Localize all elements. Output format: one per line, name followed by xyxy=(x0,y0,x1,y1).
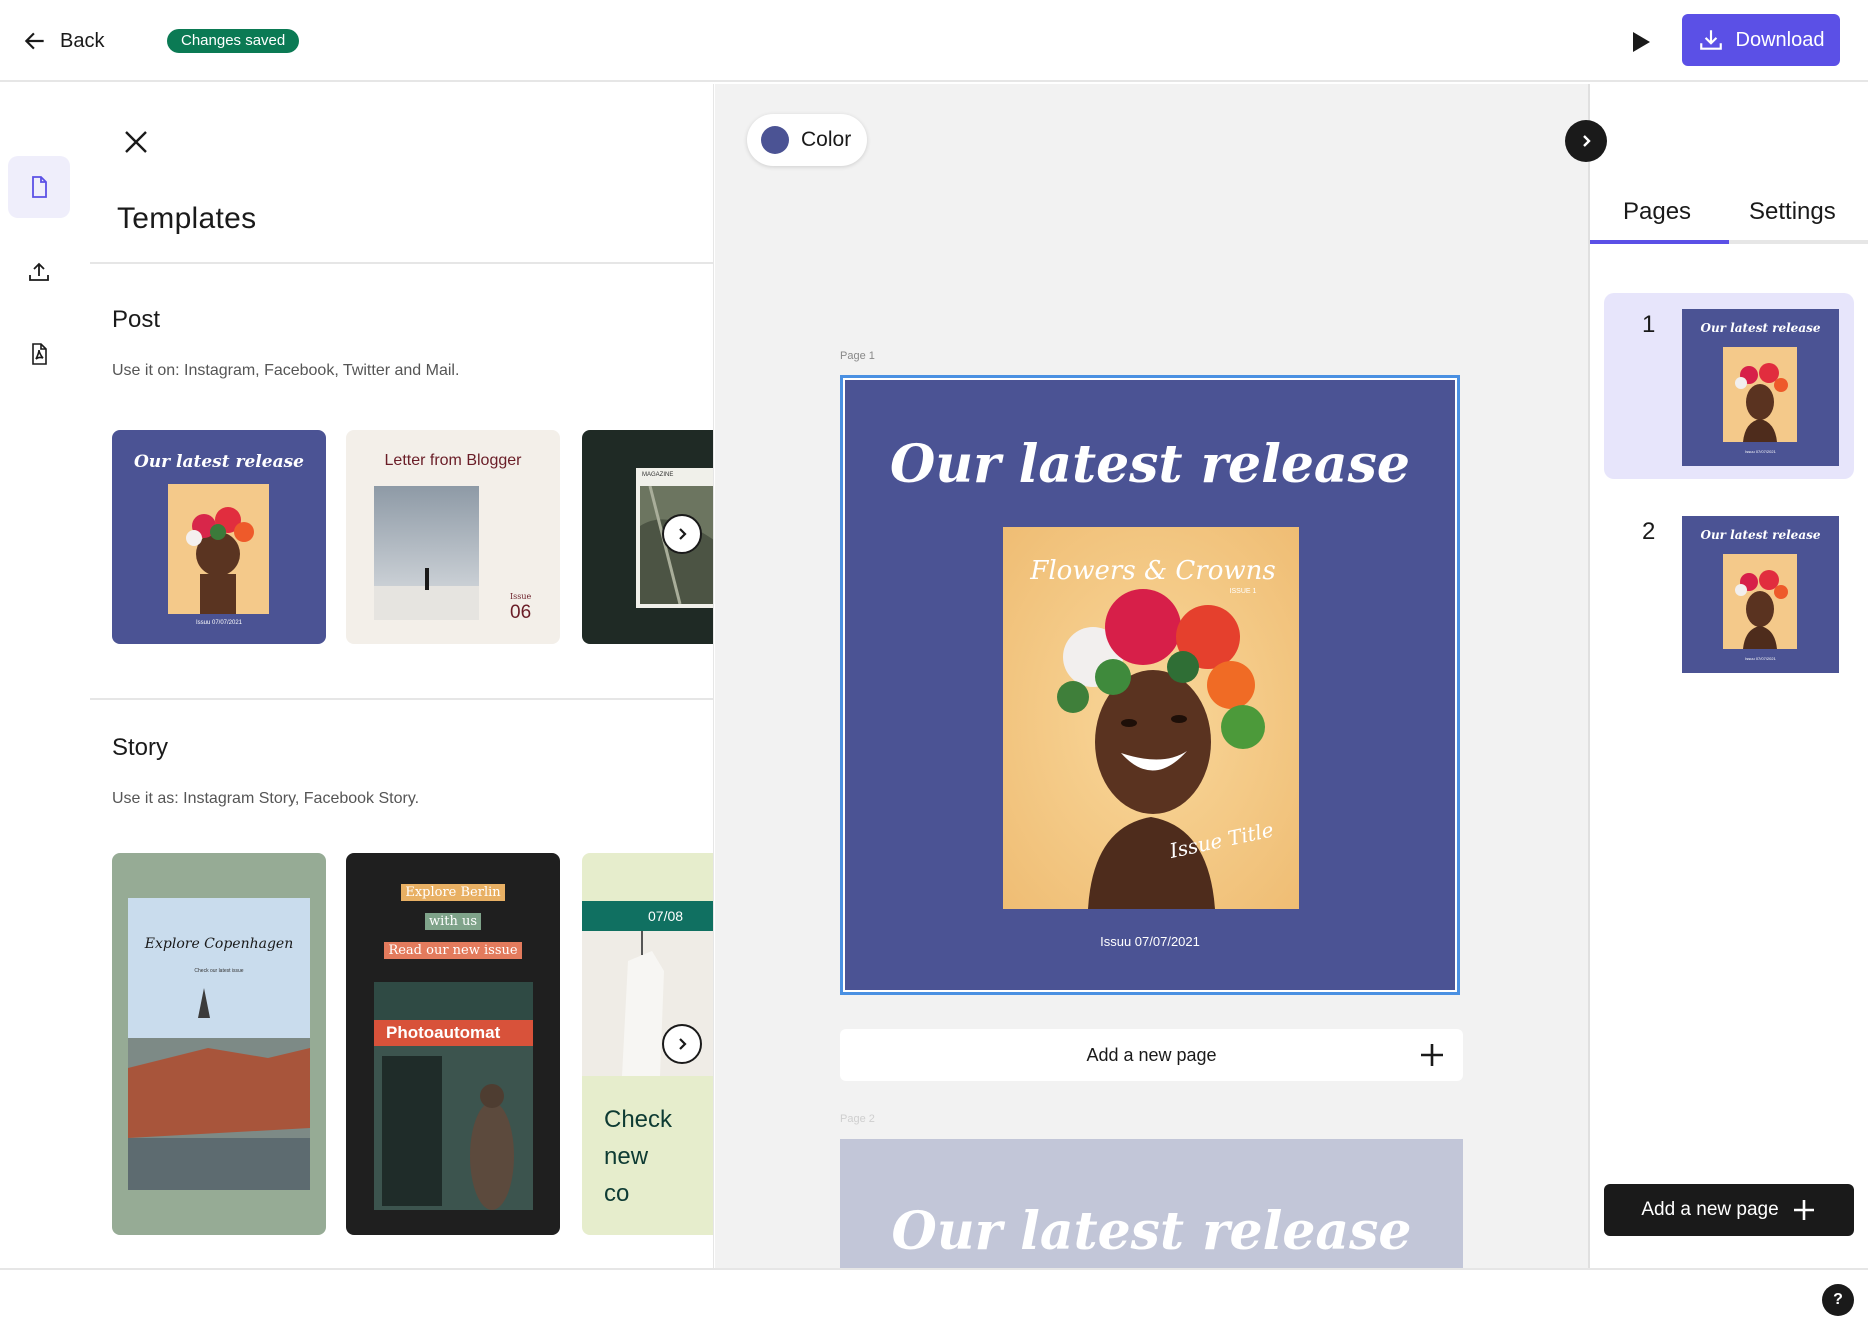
add-page-button-sidebar[interactable]: Add a new page xyxy=(1604,1184,1854,1236)
templates-panel: Templates Post Use it on: Instagram, Fac… xyxy=(90,84,714,1268)
back-button[interactable]: Back xyxy=(22,24,104,58)
thumb-headline: Our latest release xyxy=(1700,321,1821,335)
story-line: Read our new issue xyxy=(384,942,522,959)
thumb-photo xyxy=(1723,554,1797,649)
rail-pdf-button[interactable] xyxy=(8,323,70,385)
add-page-button[interactable]: Add a new page xyxy=(840,1029,1463,1081)
page-caption[interactable]: Issuu 07/07/2021 xyxy=(843,934,1457,949)
back-label: Back xyxy=(60,29,105,52)
page-thumbnail-image: Our latest release Issuu 07/07/2021 xyxy=(1682,309,1839,466)
cover-script-text: Flowers & Crowns xyxy=(1029,556,1275,586)
page-2-label: Page 2 xyxy=(840,1113,875,1125)
post-scroll-right-button[interactable] xyxy=(662,514,702,554)
photoautomat-photo: Photoautomat xyxy=(374,982,533,1210)
color-label: Color xyxy=(801,128,852,151)
top-bar: Back Changes saved Download xyxy=(0,0,1868,82)
thumb-caption: Issuu 07/07/2021 xyxy=(1745,656,1776,661)
post-template-card-latest-release[interactable]: Our latest release Issuu 07/07/2021 xyxy=(112,430,326,644)
page-headline[interactable]: Our latest release xyxy=(843,434,1457,495)
active-tab-indicator xyxy=(1590,240,1729,244)
story-template-card-berlin[interactable]: Explore Berlin with us Read our new issu… xyxy=(346,853,560,1235)
page-thumbnail-1[interactable]: 1 Our latest release Issuu 07/07/2021 xyxy=(1604,293,1854,479)
document-icon xyxy=(32,176,47,198)
page-thumbnail-2[interactable]: 2 Our latest release Issuu 07/07/2021 xyxy=(1604,500,1854,686)
preview-play-button[interactable] xyxy=(1621,22,1661,62)
collapse-panel-button[interactable] xyxy=(1565,120,1607,162)
close-icon[interactable] xyxy=(118,124,154,160)
chevron-right-icon xyxy=(1583,135,1591,147)
tab-pages[interactable]: Pages xyxy=(1623,198,1691,226)
play-icon xyxy=(1633,32,1650,52)
post-section-title: Post xyxy=(112,306,161,333)
divider xyxy=(90,262,713,264)
berlin-lines: Explore Berlin with us Read our new issu… xyxy=(346,883,560,959)
download-label: Download xyxy=(1735,28,1825,51)
chevron-right-icon xyxy=(679,528,687,540)
story-date: 07/08 xyxy=(648,908,684,924)
plus-icon xyxy=(1421,1044,1443,1066)
cover-issue-text: ISSUE 1 xyxy=(1230,588,1257,595)
page-number: 1 xyxy=(1642,311,1656,338)
canvas-area: Color Page 1 Our latest release Flowers … xyxy=(715,84,1588,1268)
cover-photo-image[interactable]: Flowers & Crowns ISSUE 1 Issue Title xyxy=(1003,527,1299,909)
post-section-description: Use it on: Instagram, Facebook, Twitter … xyxy=(112,362,460,379)
page-thumbnail-image: Our latest release Issuu 07/07/2021 xyxy=(1682,516,1839,673)
left-icon-rail xyxy=(0,84,90,1268)
story-section-description: Use it as: Instagram Story, Facebook Sto… xyxy=(112,790,420,807)
panel-title: Templates xyxy=(117,202,257,235)
issue-number: 06 xyxy=(510,602,532,623)
story-section-title: Story xyxy=(112,734,169,761)
plus-icon xyxy=(1793,1200,1814,1220)
add-page-label: Add a new page xyxy=(1086,1044,1217,1065)
photobooth-image xyxy=(374,1046,533,1210)
post-template-card-letter-from-blogger[interactable]: Letter from Blogger Issue 06 xyxy=(346,430,560,644)
rail-templates-button[interactable] xyxy=(8,156,70,218)
divider xyxy=(90,698,713,700)
status-badge: Changes saved xyxy=(167,29,300,53)
thumb-headline: Our latest release xyxy=(1700,528,1821,542)
page-1-label: Page 1 xyxy=(840,350,875,362)
arrow-left-icon xyxy=(24,32,44,50)
upload-icon xyxy=(29,262,49,281)
download-button[interactable]: Download xyxy=(1682,14,1840,66)
color-picker-button[interactable]: Color xyxy=(747,114,868,166)
template-subline: Check our latest issue xyxy=(194,968,244,974)
template-headline: Letter from Blogger xyxy=(384,452,522,469)
thumb-caption: Issuu 07/07/2021 xyxy=(1745,449,1776,454)
page-number: 2 xyxy=(1642,518,1656,545)
download-icon xyxy=(1699,30,1722,50)
add-page-label: Add a new page xyxy=(1641,1199,1779,1220)
tab-underline xyxy=(1590,240,1868,244)
help-button[interactable]: ? xyxy=(1822,1284,1854,1316)
chevron-right-icon xyxy=(679,1038,687,1050)
photoautomat-sign: Photoautomat xyxy=(374,1020,533,1046)
story-scroll-right-button[interactable] xyxy=(662,1024,702,1064)
pdf-file-icon xyxy=(32,343,47,365)
page-1-canvas[interactable]: Our latest release Flowers & Crowns ISSU… xyxy=(840,375,1460,995)
date-banner: 07/08 xyxy=(582,901,713,931)
template-caption: Issuu 07/07/2021 xyxy=(195,620,243,626)
beach-photo-image xyxy=(374,486,479,620)
story-line: with us xyxy=(424,913,482,930)
story-template-card-copenhagen[interactable]: Explore Copenhagen Check our latest issu… xyxy=(112,853,326,1235)
story-text: Check new co xyxy=(604,1106,673,1207)
page-headline: Our latest release xyxy=(891,1201,1412,1262)
story-line: Explore Berlin xyxy=(401,884,505,901)
page-2-canvas[interactable]: Our latest release xyxy=(840,1139,1463,1268)
issue-label: Issue xyxy=(510,592,532,601)
color-swatch xyxy=(761,126,789,154)
bottom-bar: ? xyxy=(0,1268,1868,1328)
template-headline: MAGAZINE xyxy=(642,472,674,478)
cover-photo-image xyxy=(168,484,269,614)
template-headline: Our latest release xyxy=(134,452,304,472)
rail-upload-button[interactable] xyxy=(8,241,70,303)
thumb-photo xyxy=(1723,347,1797,442)
tab-settings[interactable]: Settings xyxy=(1749,198,1836,226)
template-headline: Explore Copenhagen xyxy=(144,936,294,952)
pages-panel: Pages Settings 1 Our latest release Issu… xyxy=(1588,84,1868,1268)
